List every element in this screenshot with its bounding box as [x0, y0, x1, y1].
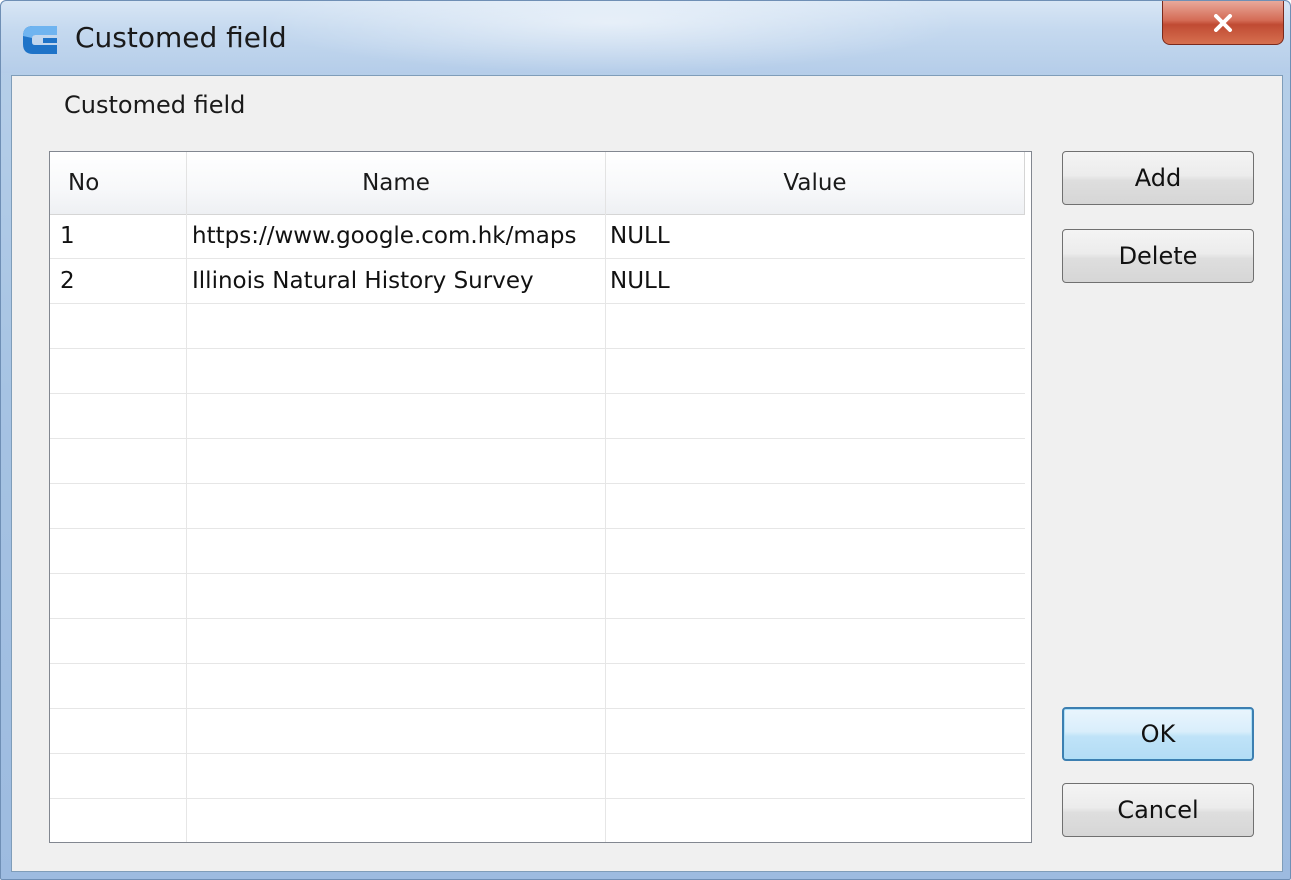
cell-no[interactable]	[50, 439, 187, 483]
cell-name[interactable]	[187, 799, 606, 842]
table-row[interactable]: 1 https://www.google.com.hk/maps NULL	[50, 214, 1025, 259]
cell-no[interactable]	[50, 709, 187, 753]
cell-value[interactable]	[606, 349, 1025, 393]
table-row[interactable]	[50, 664, 1025, 709]
cell-value[interactable]	[606, 574, 1025, 618]
cell-no[interactable]	[50, 304, 187, 348]
table-row[interactable]	[50, 394, 1025, 439]
group-label: Customed field	[64, 91, 246, 119]
cell-value[interactable]	[606, 439, 1025, 483]
cell-no[interactable]	[50, 349, 187, 393]
table-row[interactable]	[50, 619, 1025, 664]
cell-value[interactable]: NULL	[606, 259, 1025, 303]
cell-name[interactable]	[187, 619, 606, 663]
cell-value[interactable]	[606, 799, 1025, 842]
cell-name[interactable]	[187, 484, 606, 528]
dialog-client-area: Customed field No Name Value 1 https://ww…	[11, 75, 1283, 872]
cell-name[interactable]	[187, 754, 606, 798]
cell-name[interactable]	[187, 664, 606, 708]
cell-no[interactable]	[50, 529, 187, 573]
close-icon	[1214, 13, 1232, 32]
cell-no[interactable]	[50, 574, 187, 618]
table-row[interactable]	[50, 529, 1025, 574]
cell-no[interactable]	[50, 394, 187, 438]
column-header-no[interactable]: No	[50, 152, 187, 214]
cell-name[interactable]	[187, 349, 606, 393]
ok-button[interactable]: OK	[1062, 707, 1254, 761]
cell-value[interactable]	[606, 664, 1025, 708]
table-row[interactable]	[50, 484, 1025, 529]
table-header: No Name Value	[50, 152, 1025, 215]
cell-no[interactable]	[50, 484, 187, 528]
column-header-value[interactable]: Value	[606, 152, 1025, 214]
delete-button[interactable]: Delete	[1062, 229, 1254, 283]
cell-value[interactable]	[606, 709, 1025, 753]
cell-no[interactable]: 1	[50, 214, 187, 258]
title-bar[interactable]: Customed field	[1, 1, 1290, 73]
close-button[interactable]	[1162, 1, 1284, 45]
title-bar-glow	[261, 1, 961, 73]
cell-name[interactable]	[187, 394, 606, 438]
cell-value[interactable]: NULL	[606, 214, 1025, 258]
cancel-button[interactable]: Cancel	[1062, 783, 1254, 837]
cell-value[interactable]	[606, 484, 1025, 528]
column-header-name[interactable]: Name	[187, 152, 606, 214]
cell-no[interactable]	[50, 664, 187, 708]
table-row[interactable]	[50, 574, 1025, 619]
cell-name[interactable]	[187, 304, 606, 348]
table-row[interactable]	[50, 709, 1025, 754]
table-body: 1 https://www.google.com.hk/maps NULL 2 Illi…	[50, 214, 1025, 842]
cell-name[interactable]	[187, 709, 606, 753]
table-row[interactable]	[50, 754, 1025, 799]
cell-name[interactable]: https://www.google.com.hk/maps	[187, 214, 606, 258]
cell-value[interactable]	[606, 304, 1025, 348]
cell-value[interactable]	[606, 619, 1025, 663]
window-title: Customed field	[75, 21, 287, 54]
dialog-window: Customed field Customed field No Name Va…	[0, 0, 1291, 880]
table-row[interactable]: 2 Illinois Natural History Survey NULL	[50, 259, 1025, 304]
cell-value[interactable]	[606, 529, 1025, 573]
cell-no[interactable]	[50, 754, 187, 798]
cell-name[interactable]	[187, 529, 606, 573]
cell-no[interactable]: 2	[50, 259, 187, 303]
table-row[interactable]	[50, 439, 1025, 484]
cell-name[interactable]	[187, 574, 606, 618]
cell-name[interactable]: Illinois Natural History Survey	[187, 259, 606, 303]
add-button[interactable]: Add	[1062, 151, 1254, 205]
cell-no[interactable]	[50, 799, 187, 842]
app-logo-icon	[23, 26, 57, 54]
cell-no[interactable]	[50, 619, 187, 663]
table-row[interactable]	[50, 304, 1025, 349]
cell-value[interactable]	[606, 394, 1025, 438]
table-row[interactable]	[50, 799, 1025, 842]
custom-field-table[interactable]: No Name Value 1 https://www.google.com.hk…	[49, 151, 1032, 843]
cell-value[interactable]	[606, 754, 1025, 798]
table-row[interactable]	[50, 349, 1025, 394]
cell-name[interactable]	[187, 439, 606, 483]
